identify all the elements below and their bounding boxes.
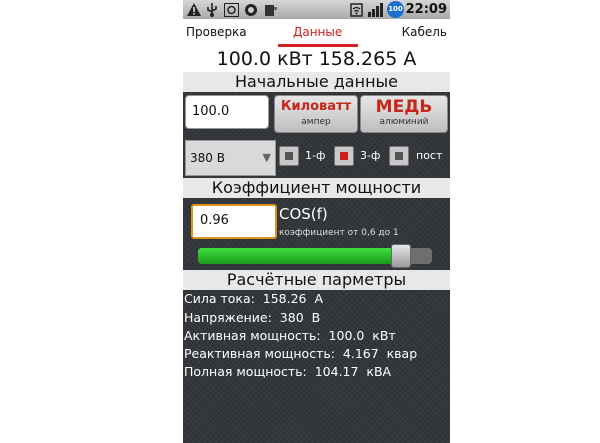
- sync-icon: [243, 2, 259, 17]
- power-input[interactable]: 100.0: [185, 95, 269, 129]
- result-apparent-power: Полная мощность: 104.17 кВА: [184, 364, 392, 379]
- result-reactive-power: Реактивная мощность: 4.167 квар: [184, 346, 418, 361]
- phase-3-label: 3-ф: [360, 149, 381, 162]
- results-header: Расчётные парметры: [183, 270, 450, 290]
- voltage-select[interactable]: 380 В ▼: [185, 140, 276, 176]
- usb-icon: [205, 2, 219, 17]
- status-bar: 100 22:09: [183, 0, 450, 19]
- result-voltage: Напряжение: 380 В: [184, 310, 321, 325]
- tab-bar: Проверка Данные Кабель: [183, 19, 450, 47]
- status-clock: 22:09: [405, 2, 447, 17]
- result-current: Сила тока: 158.26 А: [184, 291, 324, 306]
- dc-label: пост: [416, 149, 443, 162]
- wifi-icon: [349, 2, 363, 17]
- phone-screen: 100 22:09 Проверка Данные Кабель 100.0 к…: [183, 0, 450, 443]
- dc-checkbox[interactable]: [389, 146, 409, 166]
- voltage-value: 380 В: [190, 151, 225, 165]
- unit-toggle-button[interactable]: Киловатт ампер: [274, 95, 358, 133]
- dropdown-arrow-icon: ▼: [262, 151, 271, 164]
- power-factor-header: Коэффициент мощности: [183, 178, 450, 198]
- slider-thumb[interactable]: [391, 244, 411, 268]
- tab-check[interactable]: Проверка: [186, 25, 247, 39]
- tab-data[interactable]: Данные: [293, 25, 342, 39]
- slider-fill: [198, 248, 401, 264]
- initial-data-header: Начальные данные: [183, 72, 450, 92]
- material-toggle-sub: алюминий: [379, 117, 429, 127]
- sd-card-icon: [263, 2, 279, 17]
- tab-cable[interactable]: Кабель: [402, 25, 447, 39]
- cos-label: COS(f): [279, 205, 328, 223]
- cos-hint: коэффициент от 0,6 до 1: [279, 228, 399, 238]
- unit-toggle-main: Киловатт: [280, 99, 352, 114]
- material-toggle-button[interactable]: МЕДЬ алюминий: [360, 95, 448, 133]
- battery-icon: 100: [387, 1, 404, 18]
- warning-icon: [187, 2, 201, 17]
- power-current-readout: 100.0 кВт 158.265 А: [183, 47, 450, 72]
- phase-1-checkbox[interactable]: [279, 146, 299, 166]
- power-factor-slider[interactable]: [198, 244, 432, 268]
- screenshot-app-icon: [223, 2, 239, 17]
- unit-toggle-sub: ампер: [301, 117, 331, 127]
- material-toggle-main: МЕДЬ: [375, 97, 433, 117]
- cos-input[interactable]: 0.96: [191, 204, 277, 239]
- signal-icon: [367, 2, 383, 17]
- phase-1-label: 1-ф: [305, 149, 326, 162]
- result-active-power: Активная мощность: 100.0 кВт: [184, 328, 396, 343]
- phase-3-checkbox[interactable]: [334, 146, 354, 166]
